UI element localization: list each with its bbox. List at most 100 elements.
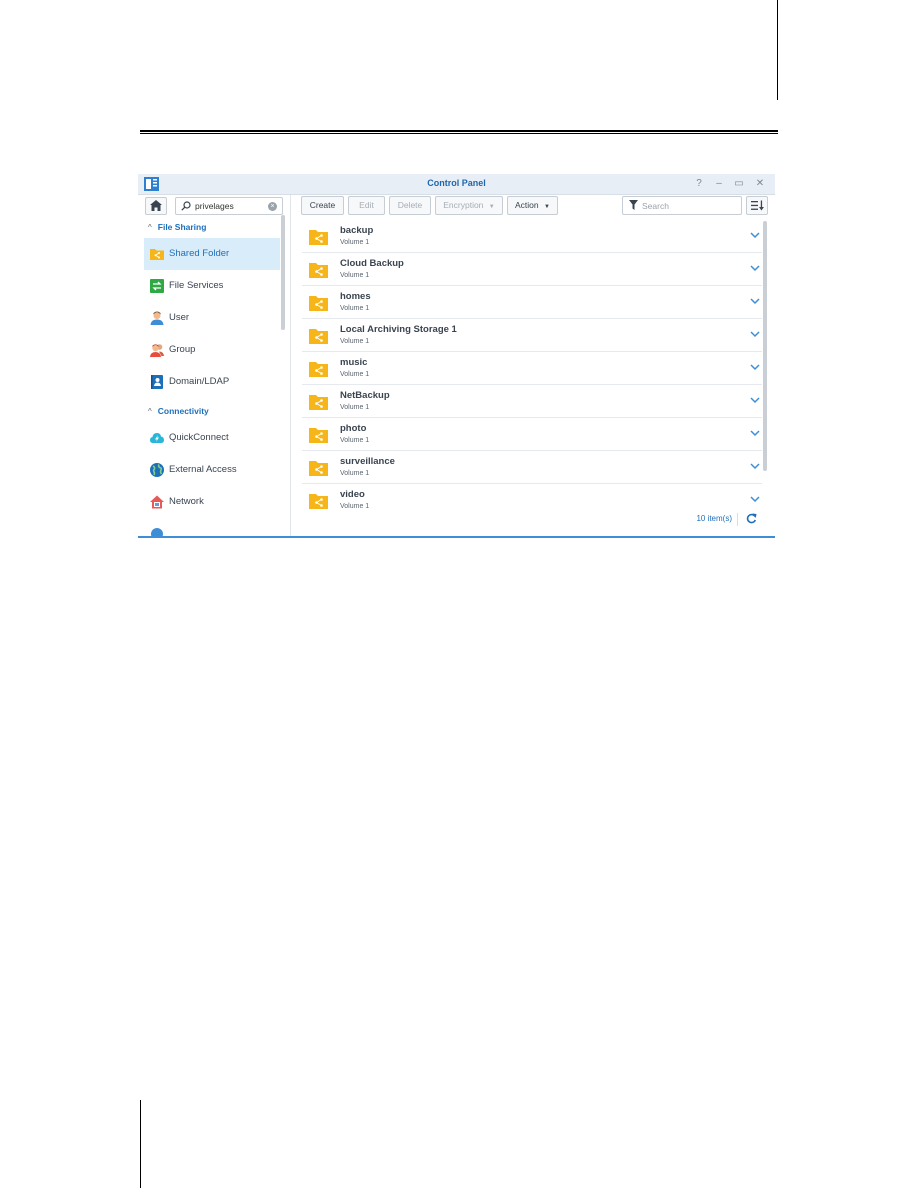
chevron-down-icon: ▼ (544, 204, 550, 210)
shared-folder-icon (309, 230, 328, 245)
domain-ldap-icon (151, 375, 163, 389)
shared-folder-icon (309, 329, 328, 344)
page-margin-rule-top (777, 0, 778, 100)
folder-name: music (340, 357, 368, 368)
page-margin-rule-bottom (140, 1100, 141, 1188)
folder-name: video (340, 489, 365, 500)
shared-folder-icon (309, 263, 328, 278)
sidebar-item-network[interactable]: Network (144, 486, 280, 518)
edit-button[interactable]: Edit (348, 196, 385, 215)
shared-folder-icon (309, 296, 328, 311)
folder-volume: Volume 1 (340, 305, 370, 312)
sidebar-item-label: External Access (169, 464, 237, 475)
folder-volume: Volume 1 (340, 239, 370, 246)
expand-chevron-icon[interactable] (750, 232, 760, 239)
expand-chevron-icon[interactable] (750, 397, 760, 404)
chevron-down-icon: ▼ (488, 204, 495, 210)
shared-folder-icon (309, 395, 328, 410)
folder-row[interactable]: surveillance Volume 1 (302, 451, 762, 484)
expand-chevron-icon[interactable] (750, 331, 760, 338)
search-icon (181, 201, 191, 211)
sidebar-item-label: Group (169, 344, 196, 355)
folder-row[interactable]: backup Volume 1 (302, 220, 762, 253)
folder-volume: Volume 1 (340, 371, 370, 378)
action-dropdown[interactable]: Action ▼ (507, 196, 558, 215)
shared-folder-list: backup Volume 1 Cloud Backup Volume 1 homes V… (302, 220, 762, 516)
sort-button[interactable] (746, 196, 768, 215)
folder-row[interactable]: Local Archiving Storage 1 Volume 1 (302, 319, 762, 352)
external-access-icon (150, 463, 164, 477)
list-scrollbar[interactable] (763, 221, 767, 471)
sidebar-item-external-access[interactable]: External Access (144, 454, 280, 486)
sidebar-item-label: Shared Folder (169, 248, 230, 259)
folder-volume: Volume 1 (340, 338, 370, 345)
sidebar-item-quickconnect[interactable]: QuickConnect (144, 422, 280, 454)
folder-name: NetBackup (340, 390, 390, 401)
sidebar-item-label: QuickConnect (169, 432, 229, 443)
encryption-label: Encryption (443, 200, 484, 210)
section-label: Connectivity (157, 406, 209, 416)
folder-name: photo (340, 423, 367, 434)
expand-chevron-icon[interactable] (750, 298, 760, 305)
shared-folder-icon (309, 494, 328, 509)
encryption-dropdown[interactable]: Encryption ▼ (435, 196, 503, 215)
sidebar-item-domain-ldap[interactable]: Domain/LDAP (144, 366, 280, 398)
folder-name: backup (340, 225, 374, 236)
refresh-icon[interactable] (746, 513, 757, 524)
footer-divider (737, 513, 738, 526)
file-services-icon (150, 279, 164, 293)
sidebar-search-box: × (175, 197, 283, 215)
expand-chevron-icon[interactable] (750, 364, 760, 371)
shared-folder-icon (309, 362, 328, 377)
network-icon (150, 495, 164, 509)
action-label: Action (515, 200, 539, 210)
sidebar-item-partial[interactable] (144, 518, 280, 536)
sidebar-scrollbar[interactable] (281, 215, 285, 330)
clear-search-icon[interactable]: × (268, 201, 277, 211)
section-connectivity[interactable]: ^ Connectivity (148, 406, 209, 416)
section-file-sharing[interactable]: ^ File Sharing (148, 222, 206, 232)
folder-row[interactable]: Cloud Backup Volume 1 (302, 253, 762, 286)
filter-icon[interactable] (629, 200, 638, 211)
folder-row[interactable]: homes Volume 1 (302, 286, 762, 319)
expand-chevron-icon[interactable] (750, 463, 760, 470)
close-button[interactable]: ✕ (753, 177, 767, 191)
shared-folder-icon (309, 428, 328, 443)
home-icon (150, 200, 162, 211)
minimize-button[interactable]: – (712, 177, 726, 191)
sidebar-item-label: Network (169, 496, 204, 507)
group-icon (150, 344, 164, 357)
help-button[interactable]: ? (692, 177, 706, 191)
sidebar-search-input[interactable] (195, 199, 263, 213)
sidebar-item-shared-folder[interactable]: Shared Folder (144, 238, 280, 270)
folder-name: Cloud Backup (340, 258, 404, 269)
item-count: 10 item(s) (696, 514, 732, 523)
partial-item-icon (151, 528, 163, 536)
control-panel-window: Control Panel ? – ▭ ✕ × ^ File Sharing (138, 174, 775, 538)
shared-folder-icon (150, 249, 164, 260)
sidebar-item-user[interactable]: User (144, 302, 280, 334)
create-button[interactable]: Create (301, 196, 344, 215)
folder-name: homes (340, 291, 371, 302)
user-icon (150, 311, 164, 325)
sidebar-item-file-services[interactable]: File Services (144, 270, 280, 302)
folder-row[interactable]: NetBackup Volume 1 (302, 385, 762, 418)
delete-button[interactable]: Delete (389, 196, 431, 215)
list-footer: 10 item(s) (302, 510, 762, 530)
folder-volume: Volume 1 (340, 272, 370, 279)
sidebar-item-label: Domain/LDAP (169, 376, 230, 387)
sidebar-item-label: User (169, 312, 190, 323)
search-input[interactable] (642, 199, 734, 212)
expand-chevron-icon[interactable] (750, 496, 760, 503)
home-button[interactable] (145, 197, 167, 215)
maximize-button[interactable]: ▭ (732, 177, 746, 191)
expand-chevron-icon[interactable] (750, 265, 760, 272)
folder-volume: Volume 1 (340, 470, 370, 477)
title-bar: Control Panel ? – ▭ ✕ (138, 174, 775, 195)
folder-row[interactable]: music Volume 1 (302, 352, 762, 385)
sidebar-item-group[interactable]: Group (144, 334, 280, 366)
section-label: File Sharing (157, 222, 207, 232)
expand-chevron-icon[interactable] (750, 430, 760, 437)
folder-row[interactable]: photo Volume 1 (302, 418, 762, 451)
shared-folder-icon (309, 461, 328, 476)
